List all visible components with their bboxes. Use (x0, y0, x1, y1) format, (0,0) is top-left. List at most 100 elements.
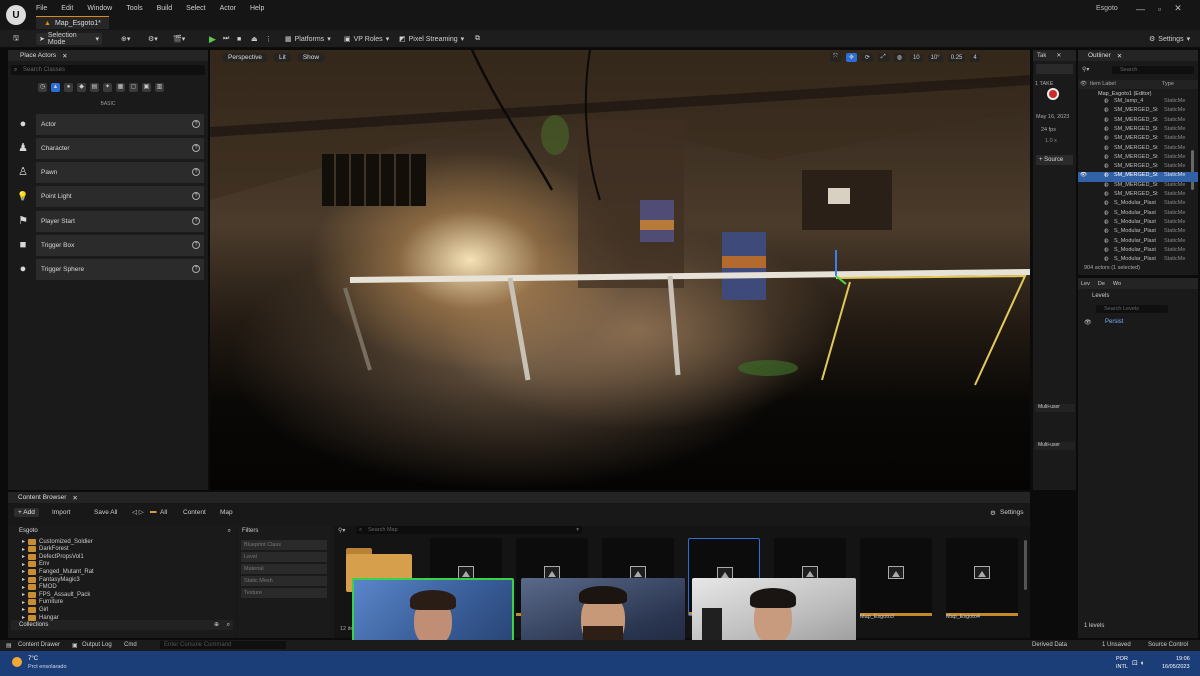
import-button[interactable]: Import (52, 509, 70, 516)
add-icon[interactable]: ⊕ (214, 620, 219, 630)
scrollbar[interactable] (1024, 540, 1027, 590)
actor-item-trigger-sphere[interactable]: Trigger Sphere ? (36, 259, 204, 280)
source-control-button[interactable]: Source Control (1148, 642, 1188, 648)
level-viewport[interactable]: Perspective Lit Show ⤧ ✥ ⟳ ⤢ ◍ 10 10° 0.… (210, 50, 1030, 490)
derived-data-button[interactable]: Derived Data (1032, 642, 1067, 648)
filter-texture[interactable]: Texture (241, 588, 327, 598)
menu-edit[interactable]: Edit (61, 5, 73, 12)
filter-blueprint-class[interactable]: Blueprint Class (241, 540, 327, 550)
clock-time[interactable]: 19:06 (1176, 656, 1190, 662)
expand-arrow-icon[interactable]: ▸ (22, 614, 25, 621)
select-tool-icon[interactable]: ⤧ (830, 53, 841, 62)
breadcrumb-content[interactable]: Content (183, 509, 206, 516)
multi-user-panel-2[interactable]: Multi-user (1035, 442, 1075, 450)
help-icon[interactable]: ? (192, 265, 200, 273)
filter-level[interactable]: Level (241, 552, 327, 562)
language-variant[interactable]: INTL (1116, 664, 1128, 670)
tree-folder[interactable]: ▸ Hangar (22, 614, 59, 621)
tree-folder[interactable]: ▸ FantasyMagic3 (22, 576, 80, 583)
menu-actor[interactable]: Actor (220, 5, 236, 12)
save-all-button[interactable]: Save All (94, 509, 118, 516)
scale-snap-value[interactable]: 0.25 (947, 53, 966, 62)
maximize-button[interactable]: ▫ (1158, 4, 1161, 14)
column-type[interactable]: Type (1162, 81, 1174, 87)
cinematics-icon[interactable]: 🎬▾ (170, 33, 188, 45)
stop-icon[interactable]: ■ (234, 33, 244, 45)
expand-arrow-icon[interactable]: ▸ (22, 584, 25, 591)
tree-folder[interactable]: ▸ Env (22, 561, 49, 568)
outliner-row[interactable]: ◍ S_Modular_Plast StaticMe (1078, 228, 1198, 237)
tab-levels[interactable]: Lev (1081, 281, 1090, 287)
eye-icon[interactable]: 👁 (1084, 319, 1092, 326)
actor-item-actor[interactable]: Actor ? (36, 114, 204, 135)
eject-icon[interactable]: ⏏ (248, 33, 261, 45)
outliner-row[interactable]: ◍ S_Modular_Plast StaticMe (1078, 210, 1198, 219)
lit-button[interactable]: Lit (272, 53, 292, 62)
close-icon[interactable]: ✕ (1056, 52, 1061, 59)
filter-material[interactable]: Material (241, 564, 327, 574)
selection-mode-dropdown[interactable]: ➤ Selection Mode ▾ (36, 32, 102, 46)
take-recorder-tab[interactable]: Tak ✕ (1033, 50, 1076, 61)
actor-item-trigger-box[interactable]: Trigger Box ? (36, 235, 204, 256)
outliner-row[interactable]: ◍ SM_MERGED_St StaticMe (1078, 117, 1198, 126)
expand-arrow-icon[interactable]: ▸ (22, 568, 25, 575)
persistent-level[interactable]: Persist (1105, 319, 1123, 325)
shapes-icon[interactable]: ◆ (77, 83, 86, 92)
world-icon[interactable]: ◍ (893, 53, 905, 62)
expand-arrow-icon[interactable]: ▸ (22, 553, 25, 560)
close-icon[interactable]: ✕ (72, 494, 77, 502)
settings-dropdown[interactable]: ⚙ Settings ▾ (1146, 33, 1193, 45)
step-icon[interactable]: ⏭ (220, 33, 232, 45)
help-icon[interactable]: ? (192, 192, 200, 200)
outliner-row[interactable]: ◍ SM_MERGED_St StaticMe (1078, 154, 1198, 163)
platforms-dropdown[interactable]: ▦ Platforms ▾ (282, 33, 334, 45)
move-tool-icon[interactable]: ✥ (845, 53, 857, 62)
lights-icon[interactable]: ● (64, 83, 73, 92)
add-button[interactable]: + Add (14, 508, 39, 517)
menu-tools[interactable]: Tools (126, 5, 142, 12)
visual-effects-icon[interactable]: ✦ (103, 83, 112, 92)
menu-build[interactable]: Build (157, 5, 173, 12)
rotation-snap-value[interactable]: 10° (927, 53, 943, 62)
weather-icon[interactable] (12, 657, 22, 667)
tree-folder[interactable]: ▸ Furniture (22, 599, 63, 606)
grid-snap-value[interactable]: 10 (909, 53, 923, 62)
actor-item-point-light[interactable]: Point Light ? (36, 186, 204, 207)
expand-arrow-icon[interactable]: ▸ (22, 599, 25, 606)
collections-header[interactable]: Collections ⊕ ⌕ (11, 620, 233, 630)
level-asset[interactable] (860, 538, 932, 616)
blueprint-icon[interactable]: ⚙▾ (145, 33, 161, 45)
search-classes-input[interactable]: ⌕ Search Classes (11, 65, 205, 75)
cinematic-icon[interactable]: ▤ (90, 83, 99, 92)
tree-root[interactable]: Esgoto ⌕ (11, 528, 233, 536)
save-icon[interactable]: 🖫 (10, 33, 22, 45)
perspective-button[interactable]: Perspective (222, 53, 268, 62)
tray-icons[interactable]: ⊡ ◖ (1132, 659, 1144, 667)
outliner-root[interactable]: Map_Esgoto1 (Editor) (1098, 91, 1152, 97)
tree-folder[interactable]: ▸ DefectPropsVol1 (22, 553, 84, 560)
tree-folder[interactable]: ▸ FMOD (22, 584, 57, 591)
help-icon[interactable]: ? (192, 144, 200, 152)
extra-category-icon[interactable]: ▥ (155, 83, 164, 92)
actor-item-character[interactable]: Character ? (36, 138, 204, 159)
show-button[interactable]: Show (296, 53, 326, 62)
levels-dropdown[interactable]: Levels (1092, 293, 1109, 299)
outliner-row[interactable]: ◍ SM_MERGED_St StaticMe (1078, 126, 1198, 135)
expand-arrow-icon[interactable]: ▸ (22, 606, 25, 613)
filter-static-mesh[interactable]: Static Mesh (241, 576, 327, 586)
menu-window[interactable]: Window (87, 5, 112, 12)
outliner-row[interactable]: ◍ SM_MERGED_St StaticMe (1078, 182, 1198, 191)
output-log-button[interactable]: Output Log (82, 642, 112, 648)
expand-arrow-icon[interactable]: ▸ (22, 591, 25, 598)
outliner-row[interactable]: 👁 ◍ SM_MERGED_St StaticMe (1078, 172, 1198, 182)
record-button[interactable] (1047, 88, 1059, 100)
pixel-streaming-dropdown[interactable]: ◩ Pixel Streaming ▾ (396, 33, 467, 45)
tree-folder[interactable]: ▸ Fanged_Mutant_Rat (22, 568, 94, 575)
add-source-button[interactable]: + Source (1036, 155, 1073, 165)
outliner-row[interactable]: ◍ S_Modular_Plast StaticMe (1078, 256, 1198, 265)
tree-folder[interactable]: ▸ DarkForest (22, 546, 69, 553)
help-icon[interactable]: ? (192, 217, 200, 225)
search-icon[interactable]: ⌕ (228, 528, 231, 535)
outliner-row[interactable]: ◍ S_Modular_Plast StaticMe (1078, 219, 1198, 228)
console-command-input[interactable]: Enter Console Command (160, 641, 286, 649)
